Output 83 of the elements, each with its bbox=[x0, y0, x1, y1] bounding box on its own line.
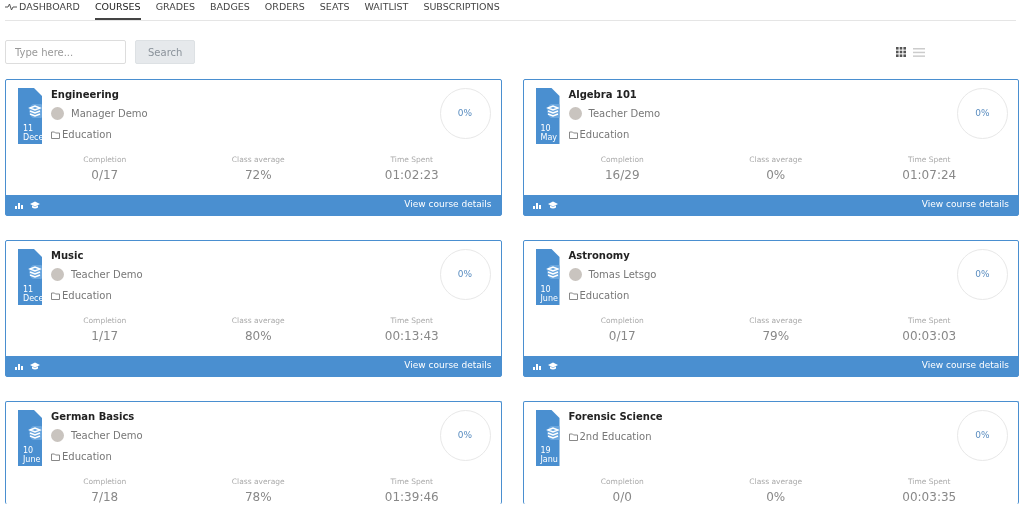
nav-tab[interactable]: WAITLIST bbox=[364, 0, 409, 20]
folder-icon bbox=[568, 291, 578, 300]
stat-value: 01:02:23 bbox=[384, 167, 439, 185]
layers-icon bbox=[545, 426, 560, 440]
stat-value: 01:39:46 bbox=[384, 489, 439, 507]
stat-value: 78% bbox=[244, 489, 272, 507]
stat-value: 00:13:43 bbox=[384, 328, 439, 346]
stat-value: 79% bbox=[762, 328, 790, 346]
course-title: German Basics bbox=[51, 410, 136, 423]
avatar bbox=[51, 107, 64, 120]
nav-tab[interactable]: ORDERS bbox=[264, 0, 305, 20]
avatar bbox=[568, 107, 582, 120]
stat-value: 01:07:24 bbox=[902, 167, 957, 185]
search-field[interactable]: Type here... bbox=[5, 40, 126, 64]
course-title: Music bbox=[51, 249, 85, 262]
folder-icon bbox=[568, 432, 578, 441]
date-month: June bbox=[540, 294, 559, 303]
date-day: 10 bbox=[540, 285, 560, 294]
nav-tab[interactable]: DASHBOARD bbox=[5, 0, 80, 20]
bar-chart-icon[interactable] bbox=[15, 362, 24, 370]
instructor-name: Teacher Demo bbox=[588, 107, 661, 121]
nav-tab[interactable]: SEATS bbox=[319, 0, 350, 20]
avatar bbox=[51, 429, 64, 442]
stat-value: 16/29 bbox=[604, 167, 640, 185]
date-month: Dece bbox=[23, 294, 42, 303]
nav-tab[interactable]: GRADES bbox=[155, 0, 196, 20]
date-day: 19 bbox=[540, 446, 560, 455]
stat-value: 0% bbox=[766, 167, 786, 185]
stat-value: 0/17 bbox=[608, 328, 636, 346]
category-label: Education bbox=[62, 128, 112, 142]
graduation-cap-icon[interactable] bbox=[30, 201, 40, 209]
course-title: Engineering bbox=[51, 88, 120, 101]
instructor-name: Tomas Letsgo bbox=[588, 268, 657, 282]
category-label: 2nd Education bbox=[579, 430, 652, 444]
avatar bbox=[51, 268, 64, 281]
pulse-icon bbox=[5, 2, 17, 11]
category-label: Education bbox=[579, 128, 630, 142]
stat-value: 0% bbox=[766, 489, 786, 507]
nav-tab[interactable]: BADGES bbox=[210, 0, 250, 20]
grid-view-icon[interactable] bbox=[896, 47, 906, 57]
bar-chart-icon[interactable] bbox=[15, 201, 24, 209]
layers-icon bbox=[28, 426, 42, 440]
category-label: Education bbox=[62, 289, 112, 303]
category-label: Education bbox=[62, 450, 112, 464]
date-day: 11 bbox=[23, 124, 42, 133]
stat-value: 80% bbox=[244, 328, 272, 346]
avatar bbox=[568, 268, 582, 281]
nav-tab[interactable]: SUBSCRIPTIONS bbox=[423, 0, 500, 20]
bar-chart-icon[interactable] bbox=[532, 362, 542, 370]
course-title: Forensic Science bbox=[568, 410, 663, 423]
layers-icon bbox=[545, 265, 560, 279]
date-month: Janu bbox=[540, 455, 559, 464]
stat-value: 0/0 bbox=[612, 489, 632, 507]
date-day: 10 bbox=[23, 446, 42, 455]
stat-value: 00:03:03 bbox=[902, 328, 957, 346]
course-title: Algebra 101 bbox=[568, 88, 638, 101]
graduation-cap-icon[interactable] bbox=[30, 362, 40, 370]
graduation-cap-icon[interactable] bbox=[547, 201, 558, 209]
stat-value: 1/17 bbox=[91, 328, 119, 346]
nav-tab[interactable]: COURSES bbox=[94, 0, 141, 20]
bar-chart-icon[interactable] bbox=[532, 201, 542, 209]
date-month: Dece bbox=[23, 133, 42, 142]
folder-icon bbox=[51, 452, 60, 461]
date-day: 11 bbox=[23, 285, 42, 294]
stat-value: 72% bbox=[244, 167, 272, 185]
instructor-name: Teacher Demo bbox=[71, 268, 143, 282]
date-month: May bbox=[540, 133, 559, 142]
stat-value: 00:03:35 bbox=[902, 489, 957, 507]
category-label: Education bbox=[579, 289, 630, 303]
instructor-name: Teacher Demo bbox=[71, 429, 143, 443]
stat-value: 7/18 bbox=[91, 489, 119, 507]
layers-icon bbox=[28, 104, 42, 118]
date-day: 10 bbox=[540, 124, 560, 133]
layers-icon bbox=[28, 265, 42, 279]
graduation-cap-icon[interactable] bbox=[547, 362, 558, 370]
layers-icon bbox=[545, 104, 560, 118]
folder-icon bbox=[568, 130, 578, 139]
stat-value: 0/17 bbox=[91, 167, 119, 185]
date-month: June bbox=[23, 455, 42, 464]
instructor-name: Manager Demo bbox=[71, 107, 148, 121]
folder-icon bbox=[51, 130, 60, 139]
folder-icon bbox=[51, 291, 60, 300]
course-title: Astronomy bbox=[568, 249, 631, 262]
